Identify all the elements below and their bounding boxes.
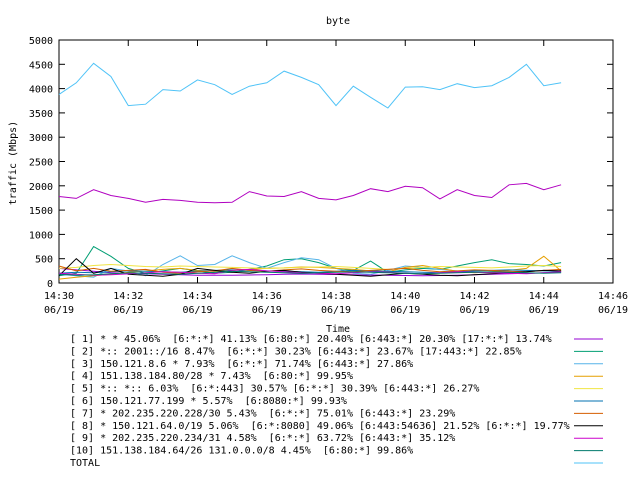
x-tick-date: 06/19 [113, 305, 143, 316]
x-tick-time: 14:32 [113, 291, 143, 302]
series-line-5 [58, 263, 562, 270]
legend-label: TOTAL [70, 458, 100, 469]
y-tick-label: 500 [35, 255, 53, 266]
x-tick-time: 14:46 [598, 291, 628, 302]
x-tick-time: 14:40 [390, 291, 420, 302]
series-line-12 [58, 182, 562, 204]
x-tick-time: 14:42 [459, 291, 489, 302]
x-tick-date: 06/19 [44, 305, 74, 316]
y-tick-label: 2000 [29, 182, 53, 193]
x-tick-time: 14:44 [529, 291, 559, 302]
traffic-chart: byte traffic (Mbps) Time 050010001500200… [8, 16, 628, 469]
chart-title: byte [326, 16, 350, 27]
x-tick-time: 14:38 [321, 291, 351, 302]
x-tick-date: 06/19 [529, 305, 559, 316]
legend-label: [ 4] 151.138.184.80/28 * 7.43% [6:80:*] … [70, 371, 353, 382]
x-tick-time: 14:36 [252, 291, 282, 302]
x-tick-time: 14:30 [44, 291, 74, 302]
x-tick-time: 14:34 [182, 291, 212, 302]
y-tick-label: 2500 [29, 158, 53, 169]
y-tick-label: 3000 [29, 133, 53, 144]
legend-label: [ 7] * 202.235.220.228/30 5.43% [6:*:*] … [70, 408, 455, 419]
y-tick-label: 4500 [29, 60, 53, 71]
y-axis-label: traffic (Mbps) [8, 121, 19, 205]
legend-label: [10] 151.138.184.64/26 131.0.0.0/8 4.45%… [70, 446, 413, 457]
legend-label: [ 1] * * 45.06% [6:*:*] 41.13% [6:80:*] … [70, 334, 552, 345]
y-tick-label: 1500 [29, 206, 53, 217]
series-lines [58, 62, 562, 280]
plot-area [58, 39, 614, 284]
legend-label: [ 3] 150.121.8.6 * 7.93% [6:*:*] 71.74% … [70, 359, 413, 370]
legend-label: [ 5] *:: *:: 6.03% [6:*:443] 30.57% [6:*… [70, 384, 479, 395]
y-tick-label: 5000 [29, 36, 53, 47]
series-line-11 [58, 62, 562, 109]
y-axis: 0 500 1000 1500 2000 2500 3000 3500 4000 4500 5000 [29, 36, 613, 290]
legend: [ 1] * * 45.06% [6:*:*] 41.13% [6:80:*] … [70, 334, 603, 469]
x-tick-date: 06/19 [459, 305, 489, 316]
y-tick-label: 0 [47, 279, 53, 290]
legend-label: [ 9] * 202.235.220.234/31 4.58% [6:*:*] … [70, 433, 455, 444]
plot-border [58, 39, 614, 284]
x-tick-date: 06/19 [182, 305, 212, 316]
x-tick-date: 06/19 [321, 305, 351, 316]
x-tick-date: 06/19 [390, 305, 420, 316]
y-tick-label: 3500 [29, 109, 53, 120]
legend-label: [ 6] 150.121.77.199 * 5.57% [6:8080:*] 9… [70, 396, 347, 407]
x-tick-date: 06/19 [598, 305, 628, 316]
legend-label: [ 2] *:: 2001::/16 8.47% [6:*:*] 30.23% … [70, 346, 522, 357]
y-tick-label: 4000 [29, 85, 53, 96]
legend-label: [ 8] * 150.121.64.0/19 5.06% [6:*:8080] … [70, 421, 570, 432]
x-tick-date: 06/19 [252, 305, 282, 316]
y-tick-label: 1000 [29, 230, 53, 241]
